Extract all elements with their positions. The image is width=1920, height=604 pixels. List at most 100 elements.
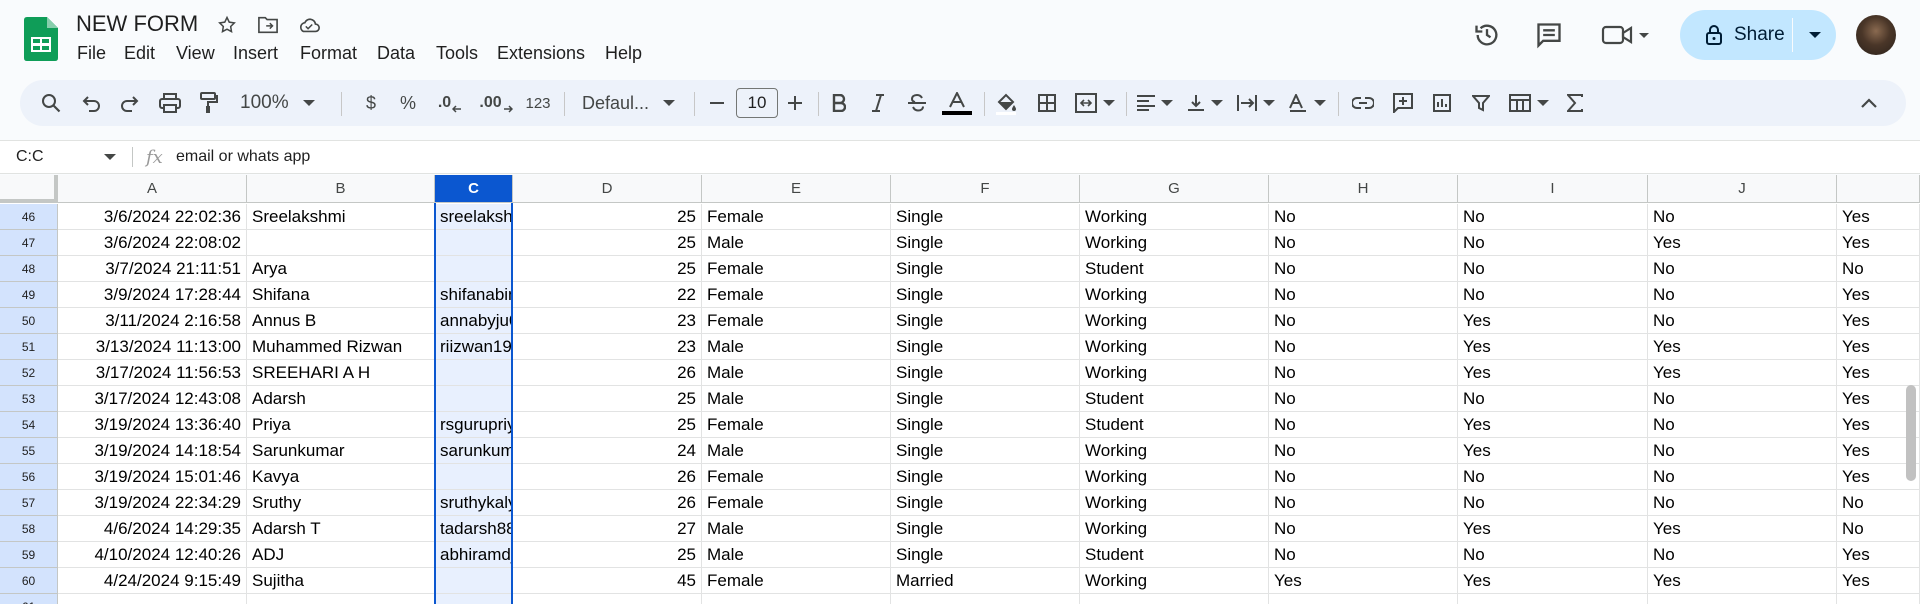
- cell-b[interactable]: Adarsh T: [247, 516, 435, 542]
- cell-i[interactable]: [1458, 594, 1648, 604]
- cell-j[interactable]: No: [1648, 542, 1837, 568]
- cell-h[interactable]: No: [1269, 308, 1458, 334]
- cell-i[interactable]: No: [1458, 256, 1648, 282]
- version-history-icon[interactable]: [1468, 16, 1506, 54]
- cell-c[interactable]: abhiramdj: [435, 542, 513, 568]
- cell-e[interactable]: Female: [702, 490, 891, 516]
- cell-b[interactable]: Sreelakshmi: [247, 204, 435, 230]
- cell-b[interactable]: [247, 230, 435, 256]
- cell-f[interactable]: Single: [891, 256, 1080, 282]
- cell-i[interactable]: Yes: [1458, 334, 1648, 360]
- cell-a[interactable]: 3/19/2024 22:34:29: [58, 490, 247, 516]
- undo-icon[interactable]: [74, 80, 108, 126]
- row-header[interactable]: 47: [0, 230, 58, 256]
- cell-c[interactable]: sarunkum: [435, 438, 513, 464]
- cell-f[interactable]: Single: [891, 542, 1080, 568]
- cell-k[interactable]: Yes: [1837, 308, 1920, 334]
- row-header[interactable]: 58: [0, 516, 58, 542]
- cell-b[interactable]: Sarunkumar: [247, 438, 435, 464]
- cell-f[interactable]: Single: [891, 438, 1080, 464]
- horizontal-align-button[interactable]: [1132, 80, 1178, 126]
- cell-k[interactable]: Yes: [1837, 230, 1920, 256]
- cell-e[interactable]: Female: [702, 568, 891, 594]
- cell-j[interactable]: No: [1648, 386, 1837, 412]
- cloud-saved-icon[interactable]: [294, 12, 324, 38]
- column-header-a[interactable]: A: [58, 175, 247, 203]
- cell-i[interactable]: No: [1458, 204, 1648, 230]
- cell-c[interactable]: [435, 386, 513, 412]
- cell-k[interactable]: No: [1837, 516, 1920, 542]
- sheets-logo-icon[interactable]: [24, 17, 58, 61]
- cell-g[interactable]: Student: [1080, 386, 1269, 412]
- meet-video-icon[interactable]: [1596, 16, 1654, 54]
- cell-b[interactable]: Adarsh: [247, 386, 435, 412]
- cell-k[interactable]: Yes: [1837, 282, 1920, 308]
- row-header[interactable]: 50: [0, 308, 58, 334]
- row-header[interactable]: 53: [0, 386, 58, 412]
- share-button[interactable]: Share: [1680, 10, 1792, 60]
- cell-e[interactable]: Male: [702, 542, 891, 568]
- cell-g[interactable]: Student: [1080, 412, 1269, 438]
- spreadsheet-grid[interactable]: ABCDEFGHIJ 46 3/6/2024 22:02:36 Sreelakshm…: [0, 175, 1920, 604]
- cell-h[interactable]: [1269, 594, 1458, 604]
- cell-a[interactable]: [58, 594, 247, 604]
- cell-h[interactable]: No: [1269, 542, 1458, 568]
- cell-e[interactable]: Female: [702, 464, 891, 490]
- name-box[interactable]: C:C: [0, 141, 128, 173]
- cell-j[interactable]: No: [1648, 438, 1837, 464]
- column-header-b[interactable]: B: [247, 175, 435, 203]
- borders-icon[interactable]: [1030, 80, 1064, 126]
- cell-g[interactable]: [1080, 594, 1269, 604]
- menu-view[interactable]: View: [176, 43, 215, 64]
- cell-k[interactable]: No: [1837, 490, 1920, 516]
- cell-i[interactable]: Yes: [1458, 568, 1648, 594]
- row-header[interactable]: 55: [0, 438, 58, 464]
- cell-c[interactable]: [435, 464, 513, 490]
- cell-d[interactable]: 25: [513, 542, 702, 568]
- row-header[interactable]: 57: [0, 490, 58, 516]
- cell-a[interactable]: 3/7/2024 21:11:51: [58, 256, 247, 282]
- cell-a[interactable]: 3/11/2024 2:16:58: [58, 308, 247, 334]
- cell-b[interactable]: [247, 594, 435, 604]
- cell-a[interactable]: 3/6/2024 22:02:36: [58, 204, 247, 230]
- redo-icon[interactable]: [113, 80, 147, 126]
- search-menus-icon[interactable]: [34, 80, 68, 126]
- cell-j[interactable]: Yes: [1648, 568, 1837, 594]
- column-header-d[interactable]: D: [513, 175, 702, 203]
- cell-b[interactable]: ADJ: [247, 542, 435, 568]
- menu-file[interactable]: File: [77, 43, 106, 64]
- insert-link-icon[interactable]: [1346, 80, 1380, 126]
- cell-j[interactable]: No: [1648, 412, 1837, 438]
- cell-c[interactable]: sreelakshmi: [435, 204, 513, 230]
- cell-g[interactable]: Working: [1080, 568, 1269, 594]
- filter-icon[interactable]: [1464, 80, 1498, 126]
- cell-i[interactable]: Yes: [1458, 360, 1648, 386]
- paint-format-icon[interactable]: [192, 80, 226, 126]
- cell-c[interactable]: [435, 568, 513, 594]
- cell-c[interactable]: [435, 594, 513, 604]
- zoom-select[interactable]: 100%: [240, 80, 324, 126]
- comments-icon[interactable]: [1530, 16, 1568, 54]
- cell-g[interactable]: Working: [1080, 230, 1269, 256]
- cell-h[interactable]: No: [1269, 490, 1458, 516]
- cell-d[interactable]: 25: [513, 230, 702, 256]
- cell-h[interactable]: No: [1269, 438, 1458, 464]
- cell-f[interactable]: Single: [891, 490, 1080, 516]
- cell-j[interactable]: [1648, 594, 1837, 604]
- cell-f[interactable]: Single: [891, 386, 1080, 412]
- cell-i[interactable]: No: [1458, 464, 1648, 490]
- cell-f[interactable]: Single: [891, 412, 1080, 438]
- merge-cells-button[interactable]: [1070, 80, 1120, 126]
- cell-d[interactable]: [513, 594, 702, 604]
- cell-c[interactable]: [435, 360, 513, 386]
- cell-d[interactable]: 25: [513, 256, 702, 282]
- cell-e[interactable]: Female: [702, 282, 891, 308]
- cell-a[interactable]: 3/19/2024 14:18:54: [58, 438, 247, 464]
- fill-color-icon[interactable]: [988, 80, 1024, 126]
- share-options-dropdown[interactable]: [1793, 10, 1836, 60]
- cell-a[interactable]: 3/13/2024 11:13:00: [58, 334, 247, 360]
- cell-h[interactable]: No: [1269, 334, 1458, 360]
- cell-b[interactable]: Annus B: [247, 308, 435, 334]
- cell-h[interactable]: No: [1269, 282, 1458, 308]
- cell-e[interactable]: Male: [702, 360, 891, 386]
